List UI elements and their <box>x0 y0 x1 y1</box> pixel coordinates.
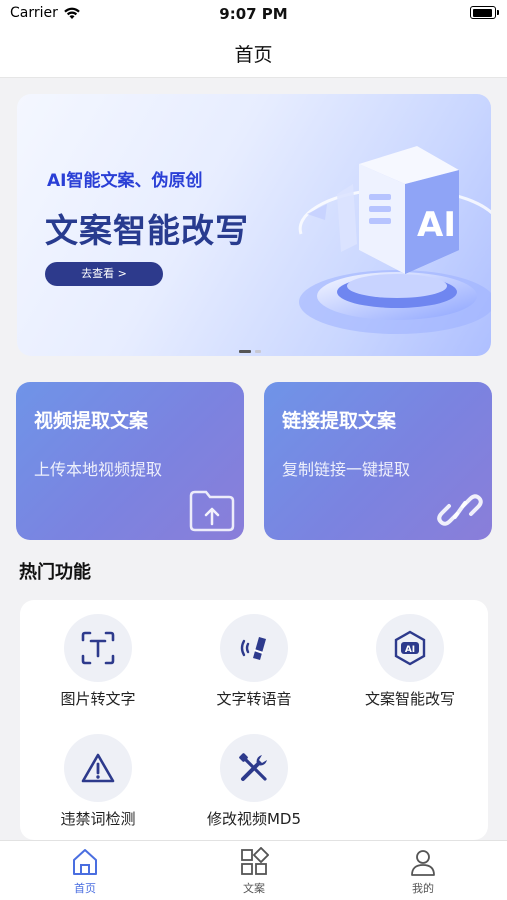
section-title: 热门功能 <box>19 562 91 583</box>
feature-modify-video-md5[interactable]: 修改视频MD5 <box>176 734 332 829</box>
feature-label: 文案智能改写 <box>364 690 455 708</box>
image-text-icon <box>81 631 115 665</box>
tab-bar: 首页 文案 我的 <box>0 840 507 900</box>
status-bar: Carrier 9:07 PM <box>0 0 507 28</box>
feature-ai-rewrite[interactable]: AI 文案智能改写 <box>332 614 488 709</box>
battery-icon <box>470 6 499 19</box>
hot-features-panel: 图片转文字 文字转语音 AI 文案智能改写 违禁词检测 修改视频MD5 <box>20 600 488 840</box>
tab-label: 我的 <box>412 882 434 895</box>
video-extract-card[interactable]: 视频提取文案 上传本地视频提取 <box>16 382 244 540</box>
feature-label: 违禁词检测 <box>60 810 136 828</box>
banner-art-label: AI <box>417 205 456 245</box>
card-title: 视频提取文案 <box>34 410 149 432</box>
user-icon <box>411 850 435 876</box>
tab-label: 文案 <box>243 882 265 895</box>
svg-text:AI: AI <box>405 645 415 655</box>
tab-profile[interactable]: 我的 <box>383 847 463 896</box>
link-extract-card[interactable]: 链接提取文案 复制链接一键提取 <box>264 382 492 540</box>
grid-icon <box>241 847 269 875</box>
status-time: 9:07 PM <box>219 5 288 23</box>
banner-title: 文案智能改写 <box>45 211 249 250</box>
banner-subtitle: AI智能文案、伪原创 <box>47 171 203 191</box>
promo-banner[interactable]: AI智能文案、伪原创 文案智能改写 去查看 > AI <box>17 94 491 356</box>
voice-icon <box>240 637 266 660</box>
tools-icon <box>239 753 267 781</box>
warning-icon <box>81 753 115 783</box>
ai-illustration: AI <box>298 146 491 334</box>
feature-image-to-text[interactable]: 图片转文字 <box>20 614 176 709</box>
banner-page-indicator[interactable] <box>239 350 261 353</box>
feature-banned-words-check[interactable]: 违禁词检测 <box>20 734 176 829</box>
card-subtitle: 复制链接一键提取 <box>282 460 411 479</box>
tab-label: 首页 <box>74 882 96 895</box>
link-icon <box>437 494 483 526</box>
banner-view-button[interactable]: 去查看 > <box>45 262 163 286</box>
banner-dot <box>255 350 261 353</box>
feature-label: 图片转文字 <box>60 690 136 708</box>
folder-upload-icon <box>189 490 235 532</box>
navigation-bar: 首页 <box>0 28 507 78</box>
page-title: 首页 <box>234 44 273 66</box>
card-subtitle: 上传本地视频提取 <box>34 460 163 479</box>
feature-text-to-speech[interactable]: 文字转语音 <box>176 614 332 709</box>
feature-label: 文字转语音 <box>216 690 292 708</box>
card-title: 链接提取文案 <box>282 410 397 432</box>
ai-rewrite-icon: AI <box>394 630 426 666</box>
banner-dot-active <box>239 350 251 353</box>
tab-copywriting[interactable]: 文案 <box>214 847 294 896</box>
tab-home[interactable]: 首页 <box>45 847 125 896</box>
feature-label: 修改视频MD5 <box>206 810 302 828</box>
home-icon <box>73 849 97 875</box>
